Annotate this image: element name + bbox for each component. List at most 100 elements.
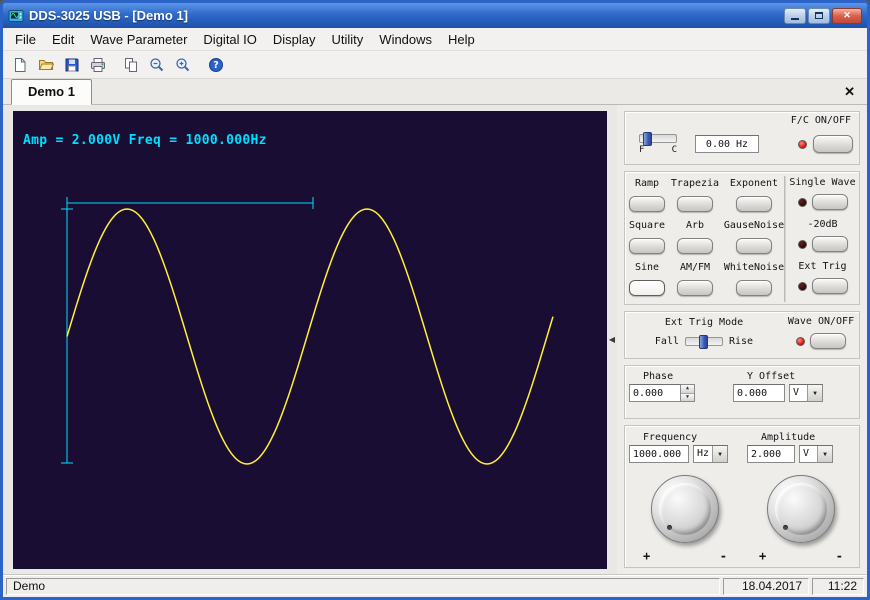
chevron-down-icon: ▼ [712,446,727,462]
wave-button-sine[interactable] [629,280,665,296]
knob-dial[interactable] [767,475,835,543]
fc-onoff-button[interactable] [813,135,853,153]
trig-edge-slider[interactable] [685,337,723,346]
wave-button-gausenoise[interactable] [736,238,772,254]
menu-wave-parameter[interactable]: Wave Parameter [82,29,195,50]
spin-down-icon[interactable]: ▼ [681,394,694,402]
wave-button-exponent[interactable] [736,196,772,212]
ext-trig-led [798,282,807,291]
tab-demo1[interactable]: Demo 1 [11,79,92,105]
phase-input[interactable] [629,384,681,402]
wave-onoff-button[interactable] [810,333,846,349]
amplitude-knob[interactable]: + - [751,473,851,565]
menu-windows[interactable]: Windows [371,29,440,50]
save-button[interactable] [60,53,84,77]
chevron-down-icon: ▼ [807,385,822,401]
spin-up-icon[interactable]: ▲ [681,385,694,394]
wave-label-gausenoise: GauseNoise [724,220,784,231]
print-button[interactable] [86,53,110,77]
y-offset-unit-value: V [790,385,807,401]
knob-minus-label: - [836,549,843,563]
freq-amp-group: Frequency Hz ▼ Amplitude [624,425,860,568]
wave-label-ramp: Ramp [635,178,659,189]
printer-icon [90,57,106,73]
control-panel: F/C ON/OFF F C 0.00 Hz [617,105,867,574]
zoom-in-button[interactable] [171,53,195,77]
panel-splitter[interactable]: ◀ [607,105,617,574]
wave-label-amfm: AM/FM [680,262,710,273]
zoom-out-button[interactable] [145,53,169,77]
y-offset-label: Y Offset [733,370,823,384]
minus20db-button[interactable] [812,236,848,252]
fc-value-display: 0.00 Hz [695,135,759,153]
f-label: F [639,145,644,155]
wave-onoff-led [796,337,805,346]
phase-label: Phase [629,370,733,384]
menu-edit[interactable]: Edit [44,29,82,50]
y-offset-unit-select[interactable]: V ▼ [789,384,823,402]
ext-trig-mode-label: Ext Trig Mode [665,315,743,330]
wave-button-trapezia[interactable] [677,196,713,212]
wave-mode-column: Single Wave -20dB Ex [785,176,859,302]
ext-trig-button[interactable] [812,278,848,294]
rise-label: Rise [729,334,753,349]
titlebar[interactable]: DDS-3025 USB - [Demo 1] ✕ [3,3,867,28]
menu-digital-io[interactable]: Digital IO [195,29,264,50]
fc-slider[interactable] [639,134,677,143]
frequency-label: Frequency [629,431,747,445]
phase-spinner[interactable]: ▲ ▼ [681,384,695,402]
trig-slider-grip[interactable] [699,335,708,349]
wave-button-ramp[interactable] [629,196,665,212]
frequency-unit-value: Hz [694,446,712,462]
scope-readout: Amp = 2.000V Freq = 1000.000Hz [23,133,267,148]
fc-slider-grip[interactable] [643,132,652,146]
knob-plus-label: + [759,549,766,563]
frequency-input[interactable] [629,445,689,463]
menu-utility[interactable]: Utility [324,29,372,50]
chevron-down-icon: ▼ [817,446,832,462]
maximize-button[interactable] [808,8,830,24]
measurement-cursors [61,197,313,463]
open-folder-icon [38,57,54,73]
new-button[interactable] [8,53,32,77]
menu-help[interactable]: Help [440,29,483,50]
knob-dial[interactable] [651,475,719,543]
svg-text:?: ? [213,60,219,71]
frequency-knob[interactable]: + - [635,473,735,565]
tab-close-icon[interactable]: ✕ [844,84,855,100]
fc-onoff-label: F/C ON/OFF [791,115,851,128]
toolbar: ? [3,51,867,79]
wave-button-whitenoise[interactable] [736,280,772,296]
wave-button-square[interactable] [629,238,665,254]
fc-led [798,140,807,149]
wave-label-trapezia: Trapezia [671,178,719,189]
help-icon: ? [208,57,224,73]
save-floppy-icon [64,57,80,73]
y-offset-input[interactable] [733,384,785,402]
client-area: Amp = 2.000V Freq = 1000.000Hz ◀ F/C ON/… [3,105,867,574]
single-wave-label: Single Wave [789,176,855,190]
phase-offset-group: Phase ▲ ▼ Y Offset V [624,365,860,419]
single-wave-button[interactable] [812,194,848,210]
zoom-in-icon [175,57,191,73]
minus20db-led [798,240,807,249]
help-button[interactable]: ? [204,53,228,77]
maximize-icon [815,12,823,19]
menu-file[interactable]: File [7,29,44,50]
frequency-unit-select[interactable]: Hz ▼ [693,445,728,463]
tab-label: Demo 1 [28,84,75,99]
menu-display[interactable]: Display [265,29,324,50]
open-button[interactable] [34,53,58,77]
amplitude-input[interactable] [747,445,795,463]
wave-button-amfm[interactable] [677,280,713,296]
copy-button[interactable] [119,53,143,77]
app-window: DDS-3025 USB - [Demo 1] ✕ File Edit Wave… [0,0,870,600]
wave-button-arb[interactable] [677,238,713,254]
minimize-button[interactable] [784,8,806,24]
wave-grid: Ramp Trapezia Exponent Square Arb GauseN… [627,176,785,302]
app-icon [8,8,24,24]
amplitude-unit-select[interactable]: V ▼ [799,445,833,463]
fall-label: Fall [655,334,679,349]
fc-group: F/C ON/OFF F C 0.00 Hz [624,111,860,165]
close-button[interactable]: ✕ [832,8,862,24]
